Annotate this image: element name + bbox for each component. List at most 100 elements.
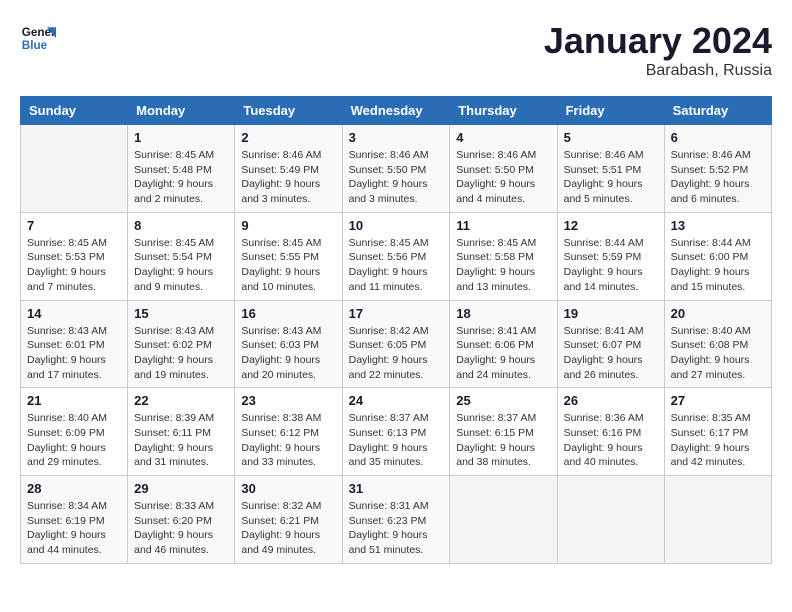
day-number: 3: [349, 130, 444, 145]
calendar-cell: 6Sunrise: 8:46 AMSunset: 5:52 PMDaylight…: [664, 125, 771, 213]
calendar-cell: 30 Sunrise: 8:32 AMSunset: 6:21 PMDayligh…: [235, 476, 342, 564]
day-info: Sunrise: 8:34 AMSunset: 6:19 PMDaylight:…: [27, 499, 121, 558]
day-info: Sunrise: 8:33 AMSunset: 6:20 PMDaylight:…: [134, 499, 228, 558]
day-number: 13: [671, 218, 765, 233]
day-number: 8: [134, 218, 228, 233]
day-number: 29: [134, 481, 228, 496]
calendar-cell: [664, 476, 771, 564]
day-info: Sunrise: 8:43 AMSunset: 6:02 PMDaylight:…: [134, 324, 228, 383]
day-info: Sunrise: 8:31 AMSunset: 6:23 PMDaylight:…: [349, 499, 444, 558]
day-info: Sunrise: 8:45 AMSunset: 5:48 PMDaylight:…: [134, 148, 228, 207]
day-number: 10: [349, 218, 444, 233]
day-info: Sunrise: 8:45 AMSunset: 5:56 PMDaylight:…: [349, 236, 444, 295]
calendar-cell: 20 Sunrise: 8:40 AMSunset: 6:08 PMDayligh…: [664, 300, 771, 388]
location-subtitle: Barabash, Russia: [544, 62, 772, 80]
day-info: Sunrise: 8:45 AMSunset: 5:58 PMDaylight:…: [456, 236, 550, 295]
calendar-cell: 29 Sunrise: 8:33 AMSunset: 6:20 PMDayligh…: [128, 476, 235, 564]
calendar-body: 1 Sunrise: 8:45 AMSunset: 5:48 PMDaylight…: [21, 125, 772, 564]
day-number: 26: [564, 393, 658, 408]
col-saturday: Saturday: [664, 97, 771, 125]
calendar-cell: 15 Sunrise: 8:43 AMSunset: 6:02 PMDayligh…: [128, 300, 235, 388]
day-number: 1: [134, 130, 228, 145]
day-number: 24: [349, 393, 444, 408]
calendar-header: Sunday Monday Tuesday Wednesday Thursday…: [21, 97, 772, 125]
day-info: Sunrise: 8:41 AMSunset: 6:06 PMDaylight:…: [456, 324, 550, 383]
calendar-cell: 26 Sunrise: 8:36 AMSunset: 6:16 PMDayligh…: [557, 388, 664, 476]
day-number: 20: [671, 306, 765, 321]
day-info: Sunrise: 8:40 AMSunset: 6:08 PMDaylight:…: [671, 324, 765, 383]
calendar-cell: 16 Sunrise: 8:43 AMSunset: 6:03 PMDayligh…: [235, 300, 342, 388]
day-number: 22: [134, 393, 228, 408]
day-number: 17: [349, 306, 444, 321]
day-info: Sunrise: 8:35 AMSunset: 6:17 PMDaylight:…: [671, 411, 765, 470]
calendar-cell: [450, 476, 557, 564]
col-wednesday: Wednesday: [342, 97, 450, 125]
calendar-table: Sunday Monday Tuesday Wednesday Thursday…: [20, 96, 772, 564]
calendar-cell: 4 Sunrise: 8:46 AMSunset: 5:50 PMDaylight…: [450, 125, 557, 213]
day-info: Sunrise: 8:44 AMSunset: 5:59 PMDaylight:…: [564, 236, 658, 295]
day-info: Sunrise: 8:46 AMSunset: 5:49 PMDaylight:…: [241, 148, 335, 207]
day-number: 14: [27, 306, 121, 321]
calendar-cell: 17Sunrise: 8:42 AMSunset: 6:05 PMDayligh…: [342, 300, 450, 388]
calendar-cell: 28 Sunrise: 8:34 AMSunset: 6:19 PMDayligh…: [21, 476, 128, 564]
day-info: Sunrise: 8:44 AMSunset: 6:00 PMDaylight:…: [671, 236, 765, 295]
day-number: 30: [241, 481, 335, 496]
day-number: 12: [564, 218, 658, 233]
day-number: 9: [241, 218, 335, 233]
page-header: General Blue January 2024 Barabash, Russ…: [20, 20, 772, 80]
day-number: 7: [27, 218, 121, 233]
calendar-cell: 8Sunrise: 8:45 AMSunset: 5:54 PMDaylight…: [128, 212, 235, 300]
day-number: 11: [456, 218, 550, 233]
calendar-cell: 7 Sunrise: 8:45 AMSunset: 5:53 PMDaylight…: [21, 212, 128, 300]
calendar-cell: 25Sunrise: 8:37 AMSunset: 6:15 PMDayligh…: [450, 388, 557, 476]
header-row: Sunday Monday Tuesday Wednesday Thursday…: [21, 97, 772, 125]
logo: General Blue: [20, 20, 56, 56]
calendar-week-row: 14Sunrise: 8:43 AMSunset: 6:01 PMDayligh…: [21, 300, 772, 388]
col-tuesday: Tuesday: [235, 97, 342, 125]
calendar-cell: 1 Sunrise: 8:45 AMSunset: 5:48 PMDaylight…: [128, 125, 235, 213]
title-block: January 2024 Barabash, Russia: [544, 20, 772, 80]
col-friday: Friday: [557, 97, 664, 125]
col-sunday: Sunday: [21, 97, 128, 125]
day-info: Sunrise: 8:39 AMSunset: 6:11 PMDaylight:…: [134, 411, 228, 470]
col-monday: Monday: [128, 97, 235, 125]
calendar-cell: [21, 125, 128, 213]
day-number: 4: [456, 130, 550, 145]
day-number: 16: [241, 306, 335, 321]
col-thursday: Thursday: [450, 97, 557, 125]
calendar-cell: 14Sunrise: 8:43 AMSunset: 6:01 PMDayligh…: [21, 300, 128, 388]
calendar-cell: 2 Sunrise: 8:46 AMSunset: 5:49 PMDaylight…: [235, 125, 342, 213]
calendar-cell: 21 Sunrise: 8:40 AMSunset: 6:09 PMDayligh…: [21, 388, 128, 476]
calendar-cell: 23Sunrise: 8:38 AMSunset: 6:12 PMDayligh…: [235, 388, 342, 476]
day-info: Sunrise: 8:46 AMSunset: 5:51 PMDaylight:…: [564, 148, 658, 207]
day-number: 2: [241, 130, 335, 145]
day-info: Sunrise: 8:36 AMSunset: 6:16 PMDaylight:…: [564, 411, 658, 470]
calendar-cell: 5 Sunrise: 8:46 AMSunset: 5:51 PMDaylight…: [557, 125, 664, 213]
day-info: Sunrise: 8:40 AMSunset: 6:09 PMDaylight:…: [27, 411, 121, 470]
svg-text:Blue: Blue: [22, 39, 48, 52]
day-info: Sunrise: 8:43 AMSunset: 6:03 PMDaylight:…: [241, 324, 335, 383]
day-number: 5: [564, 130, 658, 145]
calendar-cell: 22 Sunrise: 8:39 AMSunset: 6:11 PMDayligh…: [128, 388, 235, 476]
day-number: 27: [671, 393, 765, 408]
day-info: Sunrise: 8:32 AMSunset: 6:21 PMDaylight:…: [241, 499, 335, 558]
calendar-cell: 11 Sunrise: 8:45 AMSunset: 5:58 PMDayligh…: [450, 212, 557, 300]
day-number: 6: [671, 130, 765, 145]
calendar-cell: 10 Sunrise: 8:45 AMSunset: 5:56 PMDayligh…: [342, 212, 450, 300]
day-info: Sunrise: 8:46 AMSunset: 5:50 PMDaylight:…: [456, 148, 550, 207]
day-number: 31: [349, 481, 444, 496]
calendar-cell: [557, 476, 664, 564]
day-number: 28: [27, 481, 121, 496]
calendar-week-row: 28 Sunrise: 8:34 AMSunset: 6:19 PMDayligh…: [21, 476, 772, 564]
calendar-week-row: 1 Sunrise: 8:45 AMSunset: 5:48 PMDaylight…: [21, 125, 772, 213]
day-info: Sunrise: 8:45 AMSunset: 5:53 PMDaylight:…: [27, 236, 121, 295]
day-info: Sunrise: 8:38 AMSunset: 6:12 PMDaylight:…: [241, 411, 335, 470]
day-number: 21: [27, 393, 121, 408]
calendar-cell: 12 Sunrise: 8:44 AMSunset: 5:59 PMDayligh…: [557, 212, 664, 300]
day-number: 15: [134, 306, 228, 321]
logo-icon: General Blue: [20, 20, 56, 56]
calendar-cell: 18 Sunrise: 8:41 AMSunset: 6:06 PMDayligh…: [450, 300, 557, 388]
day-info: Sunrise: 8:37 AMSunset: 6:13 PMDaylight:…: [349, 411, 444, 470]
month-title: January 2024: [544, 20, 772, 62]
day-number: 18: [456, 306, 550, 321]
